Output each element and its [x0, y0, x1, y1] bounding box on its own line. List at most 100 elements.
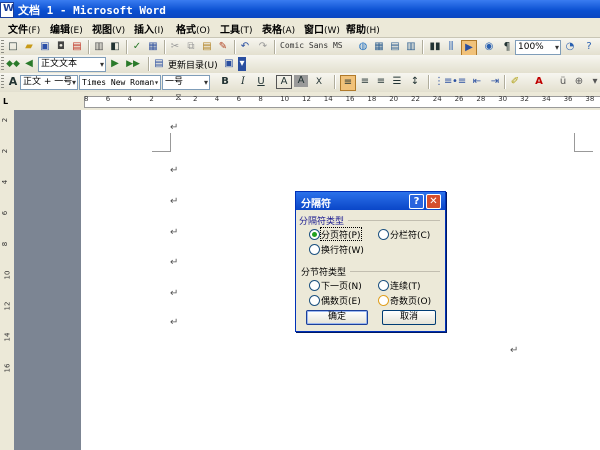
highlight-icon[interactable]: ✐ [508, 75, 522, 89]
menu-edit[interactable]: 编辑(E) [50, 21, 83, 36]
text-wrap-break-radio[interactable] [309, 244, 320, 255]
text-wrap-break-label[interactable]: 换行符(W) [321, 243, 364, 256]
distributed-icon[interactable]: ☰ [390, 75, 404, 89]
show-hide-icon[interactable]: ◉ [482, 40, 496, 54]
print-icon[interactable]: ▥ [92, 40, 106, 54]
menu-file[interactable]: 文件(F) [8, 21, 40, 36]
even-page-label[interactable]: 偶数页(E) [321, 294, 361, 307]
permission-icon[interactable]: ◘ [54, 40, 68, 54]
horizontal-ruler[interactable]: 8642246810121416182022242628303234363840… [14, 92, 600, 111]
phonetic-guide-icon[interactable]: ü [556, 75, 570, 89]
help-icon[interactable]: ? [582, 40, 596, 54]
more-buttons-icon[interactable]: ▾ [588, 75, 600, 89]
font-preview[interactable]: Comic Sans MS [280, 41, 343, 50]
char-shading-icon[interactable]: A [294, 75, 308, 87]
even-page-radio[interactable] [309, 295, 320, 306]
tab-selector[interactable]: L [0, 92, 15, 110]
align-center-icon[interactable]: ≡ [358, 75, 372, 89]
update-toc-icon[interactable]: ▤ [152, 57, 166, 71]
odd-page-label[interactable]: 奇数页(O) [390, 294, 431, 307]
next-page-label[interactable]: 下一页(N) [321, 279, 362, 292]
cut-icon[interactable]: ✂ [168, 40, 182, 54]
ok-button[interactable]: 确定 [306, 310, 368, 325]
promote-icon[interactable]: ◀ [22, 57, 36, 71]
toolbar-grip[interactable] [1, 75, 4, 88]
toolbar-grip[interactable] [1, 57, 4, 70]
tables-borders-icon[interactable]: ▦ [372, 40, 386, 54]
hyperlink-icon[interactable]: ◍ [356, 40, 370, 54]
menu-format[interactable]: 格式(O) [176, 21, 210, 36]
bullets-icon[interactable]: •≡ [452, 75, 466, 89]
toolbar-options-icon[interactable]: ▾ [238, 57, 246, 71]
new-document-icon[interactable]: □ [6, 40, 20, 54]
save-icon[interactable]: ▣ [38, 40, 52, 54]
drawing-icon[interactable]: ⫼ [444, 40, 458, 54]
outline-level-select[interactable]: 正文文本 [38, 57, 106, 72]
insert-excel-icon[interactable]: ▥ [404, 40, 418, 54]
demote-icon[interactable]: ▶ [108, 57, 122, 71]
font-size-select[interactable]: 一号 [162, 75, 210, 90]
page-break-radio[interactable] [309, 229, 320, 240]
page-break-label[interactable]: 分页符(P) [321, 228, 360, 241]
char-scale-icon[interactable]: X [312, 75, 326, 89]
columns-icon[interactable]: ▮▮ [428, 40, 442, 54]
continuous-radio[interactable] [378, 280, 389, 291]
format-painter-icon[interactable]: ✎ [216, 40, 230, 54]
increase-indent-icon[interactable]: ⇥ [488, 75, 502, 89]
char-border-icon[interactable]: A [276, 75, 292, 89]
menu-view[interactable]: 视图(V) [92, 21, 125, 36]
next-page-radio[interactable] [309, 280, 320, 291]
goto-toc-icon[interactable]: ▣ [222, 57, 236, 71]
styles-formatting-icon[interactable]: A [6, 75, 20, 89]
open-folder-icon[interactable]: ▰ [22, 40, 36, 54]
menu-tools[interactable]: 工具(T) [220, 21, 253, 36]
left-tab-icon: L [3, 97, 9, 106]
decrease-indent-icon[interactable]: ⇤ [470, 75, 484, 89]
promote-heading-icon[interactable]: ◆◆ [6, 57, 20, 71]
odd-page-radio[interactable] [378, 295, 389, 306]
menu-window[interactable]: 窗口(W) [304, 21, 340, 36]
update-toc-button[interactable]: 更新目录(U) [168, 58, 218, 71]
enclosed-chars-icon[interactable]: ⊕ [572, 75, 586, 89]
document-map-icon[interactable]: ▶ [461, 40, 477, 56]
continuous-label[interactable]: 连续(T) [390, 279, 421, 292]
research-icon[interactable]: ▦ [146, 40, 160, 54]
align-justify-icon[interactable]: ≡ [340, 75, 356, 91]
cancel-button[interactable]: 取消 [382, 310, 436, 325]
paragraph-mark-icon[interactable]: ¶ [500, 40, 514, 54]
help-icon[interactable]: ? [409, 194, 424, 209]
bold-icon[interactable]: B [218, 75, 232, 89]
align-right-icon[interactable]: ≡ [374, 75, 388, 89]
paste-icon[interactable]: ▤ [200, 40, 214, 54]
standard-toolbar: □ ▰ ▣ ◘ ▤ ▥ ◧ ✓ ▦ ✂ ⧉ ▤ ✎ ↶ ↷ Comic Sans… [0, 38, 600, 56]
close-icon[interactable]: ✕ [426, 194, 441, 209]
print-pdf-icon[interactable]: ▤ [70, 40, 84, 54]
demote-to-body-icon[interactable]: ▶▶ [126, 57, 140, 71]
print-preview-icon[interactable]: ◧ [108, 40, 122, 54]
font-select[interactable]: Times New Roman [79, 75, 161, 90]
numbering-icon[interactable]: ⋮≡ [434, 75, 452, 89]
menu-table[interactable]: 表格(A) [262, 21, 295, 36]
column-break-label[interactable]: 分栏符(C) [390, 228, 430, 241]
zoom-select[interactable]: 100% [515, 40, 561, 55]
spelling-icon[interactable]: ✓ [130, 40, 144, 54]
insert-table-icon[interactable]: ▤ [388, 40, 402, 54]
undo-icon[interactable]: ↶ [238, 40, 252, 54]
menu-insert[interactable]: 插入(I) [134, 21, 164, 36]
indent-marker-icon[interactable]: ⧖ [175, 93, 181, 103]
line-spacing-icon[interactable]: ↕ [408, 75, 422, 89]
italic-icon[interactable]: I [236, 75, 250, 89]
word-app-icon[interactable] [0, 2, 14, 18]
vertical-ruler[interactable]: 2 2 4 6 8 10 12 14 16 [0, 110, 15, 450]
underline-icon[interactable]: U [254, 75, 268, 89]
copy-icon[interactable]: ⧉ [184, 40, 198, 54]
menu-help[interactable]: 帮助(H) [346, 21, 380, 36]
style-select[interactable]: 正文 + 一号 [20, 75, 78, 90]
font-color-icon[interactable]: A [532, 75, 546, 89]
redo-icon[interactable]: ↷ [256, 40, 270, 54]
column-break-radio[interactable] [378, 229, 389, 240]
toolbar-grip[interactable] [1, 40, 4, 53]
dialog-title-bar[interactable]: 分隔符 ? ✕ [296, 192, 445, 210]
formatting-toolbar: A 正文 + 一号 Times New Roman 一号 B I U A A X… [0, 73, 600, 93]
reading-mode-icon[interactable]: ◔ [563, 40, 577, 54]
